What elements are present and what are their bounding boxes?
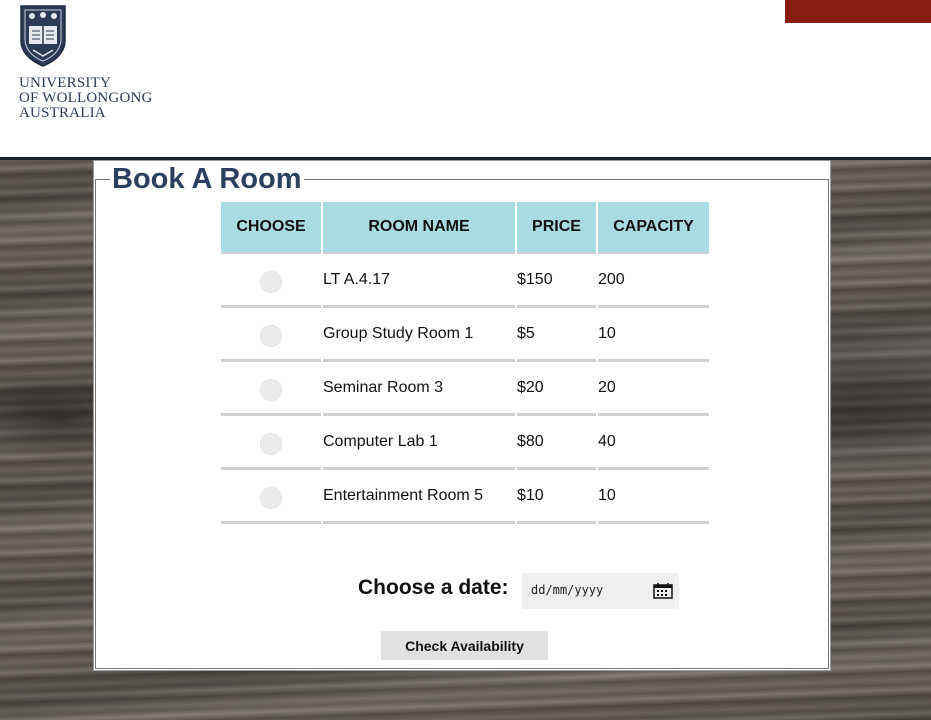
date-placeholder: dd/mm/yyyy <box>531 583 604 597</box>
site-header: UNIVERSITY OF WOLLONGONG AUSTRALIA <box>0 0 931 158</box>
choose-cell <box>221 308 321 362</box>
room-radio-button[interactable] <box>260 270 282 293</box>
column-header-capacity: CAPACITY <box>598 202 709 254</box>
room-radio-button[interactable] <box>260 324 282 347</box>
capacity-cell: 10 <box>598 470 709 524</box>
room-name-cell: LT A.4.17 <box>323 254 515 308</box>
table-row: Entertainment Room 5 $10 10 <box>221 470 709 524</box>
choose-cell <box>221 416 321 470</box>
column-header-price: PRICE <box>517 202 596 254</box>
room-name-cell: Computer Lab 1 <box>323 416 515 470</box>
rooms-table: CHOOSE ROOM NAME PRICE CAPACITY LT A.4.1… <box>219 202 711 524</box>
price-cell: $150 <box>517 254 596 308</box>
choose-cell <box>221 470 321 524</box>
room-name-cell: Seminar Room 3 <box>323 362 515 416</box>
price-cell: $10 <box>517 470 596 524</box>
choose-cell <box>221 362 321 416</box>
capacity-cell: 20 <box>598 362 709 416</box>
date-input[interactable]: dd/mm/yyyy <box>522 573 679 609</box>
room-radio-button[interactable] <box>260 486 282 509</box>
table-row: Computer Lab 1 $80 40 <box>221 416 709 470</box>
capacity-cell: 200 <box>598 254 709 308</box>
calendar-icon[interactable] <box>653 583 673 599</box>
form-title: Book A Room <box>110 161 304 197</box>
room-radio-button[interactable] <box>260 378 282 401</box>
capacity-cell: 40 <box>598 416 709 470</box>
logo-line-1: UNIVERSITY <box>19 75 111 91</box>
price-cell: $5 <box>517 308 596 362</box>
accent-bar <box>785 0 931 23</box>
table-row: LT A.4.17 $150 200 <box>221 254 709 308</box>
price-cell: $80 <box>517 416 596 470</box>
table-row: Group Study Room 1 $5 10 <box>221 308 709 362</box>
university-logo-text: UNIVERSITY OF WOLLONGONG AUSTRALIA <box>19 76 153 121</box>
date-label: Choose a date: <box>358 576 509 599</box>
column-header-room-name: ROOM NAME <box>323 202 515 254</box>
room-name-cell: Entertainment Room 5 <box>323 470 515 524</box>
room-name-cell: Group Study Room 1 <box>323 308 515 362</box>
choose-cell <box>221 254 321 308</box>
booking-panel: Book A Room CHOOSE ROOM NAME PRICE CAPAC… <box>93 160 831 671</box>
table-header-row: CHOOSE ROOM NAME PRICE CAPACITY <box>221 202 709 254</box>
column-header-choose: CHOOSE <box>221 202 321 254</box>
check-availability-button[interactable]: Check Availability <box>381 631 548 660</box>
price-cell: $20 <box>517 362 596 416</box>
university-crest-icon <box>20 5 66 67</box>
room-radio-button[interactable] <box>260 432 282 455</box>
logo-line-3: AUSTRALIA <box>19 105 106 121</box>
capacity-cell: 10 <box>598 308 709 362</box>
table-row: Seminar Room 3 $20 20 <box>221 362 709 416</box>
logo-line-2: OF WOLLONGONG <box>19 90 153 106</box>
